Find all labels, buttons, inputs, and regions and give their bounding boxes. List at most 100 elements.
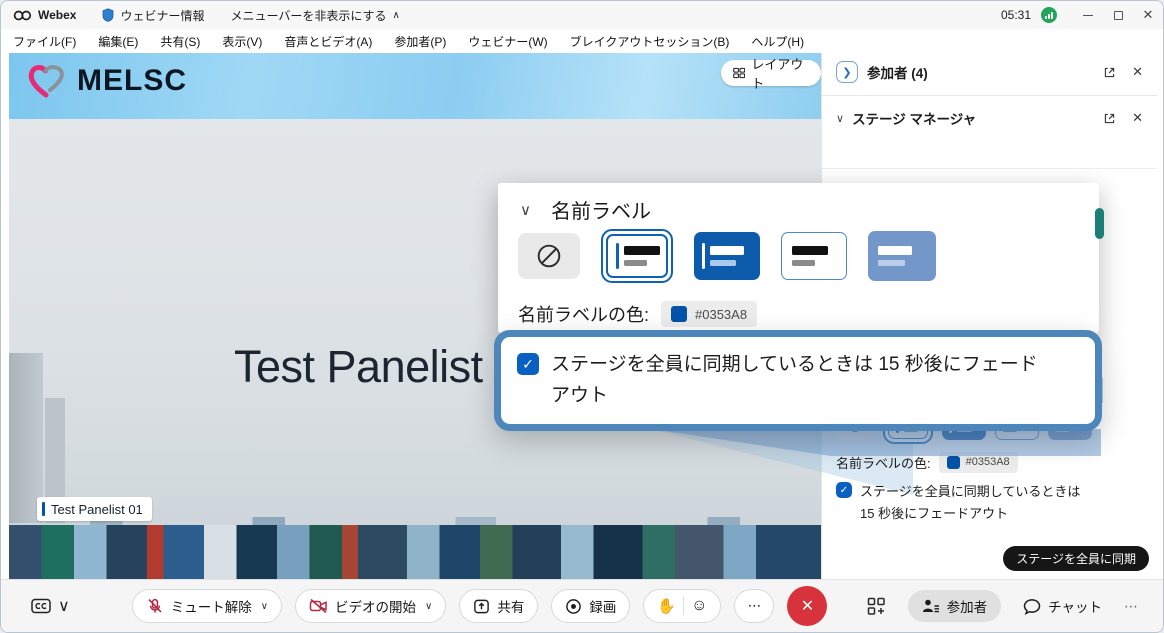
- camera-off-icon: [309, 598, 328, 614]
- chevron-down-icon[interactable]: ∨: [836, 112, 844, 125]
- ellipsis-icon: ⋯: [748, 598, 762, 614]
- video-name-label: Test Panelist 01: [37, 497, 152, 521]
- reactions-group: ✋ ☺: [643, 589, 721, 623]
- fade-checkbox-label-line1: ステージを全員に同期しているときは: [860, 481, 1080, 500]
- menu-webinar[interactable]: ウェビナー(W): [468, 33, 547, 50]
- fade-checkbox[interactable]: ✓: [836, 482, 852, 498]
- chevron-down-icon[interactable]: ∨: [520, 201, 531, 219]
- color-value: #0353A8: [966, 456, 1010, 468]
- webex-infinity-icon: [13, 9, 32, 22]
- style-option-light-plain[interactable]: [781, 232, 847, 280]
- stage-manager-panel-title: ステージ マネージャ: [852, 108, 976, 128]
- title-bar: Webex ウェビナー情報 メニューバーを非表示にする ∧ 05:31 ✕: [1, 1, 1163, 29]
- style-option-filled-left-bar[interactable]: [694, 232, 760, 280]
- hide-menubar-button[interactable]: メニューバーを非表示にする ∧: [230, 7, 399, 24]
- share-screen-icon: [473, 598, 490, 615]
- menu-view[interactable]: 表示(V): [222, 33, 262, 50]
- app-name: Webex: [38, 8, 76, 22]
- closed-captions-icon: [31, 598, 51, 614]
- bottom-toolbar: ∨ ミュート解除 ∨ ビデオの開始 ∨ 共有: [1, 579, 1163, 632]
- clock: 05:31: [1001, 8, 1031, 22]
- webinar-info-button[interactable]: ウェビナー情報: [102, 7, 204, 24]
- name-label-accent-bar: [42, 502, 45, 516]
- name-label-popup: ∨ 名前ラベル: [498, 183, 1099, 333]
- color-swatch: [671, 306, 687, 322]
- style-option-none[interactable]: [518, 233, 580, 279]
- scrollbar-thumb[interactable]: [1095, 208, 1104, 239]
- apps-icon[interactable]: [867, 597, 886, 616]
- close-window-button[interactable]: ✕: [1133, 2, 1163, 28]
- layout-grid-icon: [733, 67, 745, 79]
- webinar-info-label: ウェビナー情報: [120, 7, 204, 24]
- fade-checkbox-large[interactable]: ✓: [517, 353, 539, 375]
- menu-edit[interactable]: 編集(E): [98, 33, 138, 50]
- raise-hand-button[interactable]: ✋: [657, 597, 676, 615]
- color-swatch: [947, 456, 960, 469]
- chevron-up-icon: ∧: [393, 10, 400, 21]
- close-stage-manager-icon[interactable]: ✕: [1132, 110, 1143, 126]
- menu-participants[interactable]: 参加者(P): [394, 33, 446, 50]
- minimize-button[interactable]: [1073, 2, 1103, 28]
- record-label: 録画: [589, 596, 616, 616]
- callout-line1: ステージを全員に同期しているときは 15 秒後にフェード: [551, 349, 1038, 380]
- participants-icon: [922, 598, 940, 614]
- captions-button[interactable]: ∨: [31, 596, 70, 616]
- popout-icon[interactable]: [1103, 112, 1116, 125]
- callout-line2: アウト: [551, 380, 1038, 411]
- divider: [822, 95, 1157, 96]
- color-value: #0353A8: [695, 307, 747, 322]
- hide-menubar-label: メニューバーを非表示にする: [230, 7, 386, 24]
- menu-bar: ファイル(F) 編集(E) 共有(S) 表示(V) 音声とビデオ(A) 参加者(…: [1, 29, 1163, 53]
- menu-breakout[interactable]: ブレイクアウトセッション(B): [570, 33, 730, 50]
- no-label-icon: [536, 243, 562, 269]
- mic-muted-icon: [146, 597, 164, 615]
- melsc-heart-icon: [25, 61, 69, 101]
- layout-button[interactable]: レイアウト: [721, 60, 821, 86]
- sync-stage-button[interactable]: ステージを全員に同期: [1003, 546, 1149, 571]
- style-option-light-left-bar-selected[interactable]: [601, 229, 673, 283]
- unmute-button[interactable]: ミュート解除 ∨: [132, 589, 282, 623]
- popup-style-options: [518, 229, 936, 283]
- webex-logo: Webex: [13, 8, 76, 22]
- menu-audio-video[interactable]: 音声とビデオ(A): [284, 33, 372, 50]
- name-label-text: Test Panelist 01: [51, 502, 143, 517]
- close-participants-icon[interactable]: ✕: [1132, 64, 1143, 80]
- check-icon: ✓: [840, 485, 848, 496]
- chevron-down-icon: ∨: [261, 601, 268, 612]
- unmute-label: ミュート解除: [171, 596, 252, 616]
- maximize-button[interactable]: [1103, 2, 1133, 28]
- participants-expand-button[interactable]: ❯: [836, 61, 858, 83]
- share-label: 共有: [497, 596, 524, 616]
- record-icon: [565, 598, 582, 615]
- popup-title: 名前ラベル: [551, 195, 651, 224]
- main-area: MELSC レイアウト Test Panelist Test Panelist …: [1, 53, 1163, 581]
- leave-meeting-button[interactable]: ✕: [787, 586, 827, 626]
- chevron-down-icon: ∨: [425, 601, 432, 612]
- start-video-label: ビデオの開始: [335, 596, 416, 616]
- more-panels-button[interactable]: ⋯: [1124, 598, 1139, 615]
- reactions-button[interactable]: ☺: [691, 597, 707, 615]
- chevron-down-icon: ∨: [58, 596, 70, 616]
- brand-logo: MELSC: [25, 61, 187, 101]
- chat-toggle-button[interactable]: チャット: [1023, 596, 1102, 616]
- webex-window: Webex ウェビナー情報 メニューバーを非表示にする ∧ 05:31 ✕ ファ…: [0, 0, 1164, 633]
- check-icon: ✓: [522, 356, 534, 373]
- share-button[interactable]: 共有: [459, 589, 538, 623]
- popup-color-chip[interactable]: #0353A8: [661, 301, 757, 327]
- layout-button-label: レイアウト: [751, 54, 809, 92]
- menu-share[interactable]: 共有(S): [160, 33, 200, 50]
- style-option-muted-filled[interactable]: [868, 231, 936, 281]
- divider: [822, 168, 1157, 169]
- menu-help[interactable]: ヘルプ(H): [751, 33, 804, 50]
- close-icon: ✕: [801, 596, 814, 616]
- popout-icon[interactable]: [1103, 66, 1116, 79]
- record-button[interactable]: 録画: [551, 589, 630, 623]
- popup-color-label: 名前ラベルの色:: [518, 301, 649, 327]
- menu-file[interactable]: ファイル(F): [13, 33, 76, 50]
- more-options-button[interactable]: ⋯: [734, 589, 774, 623]
- chat-icon: [1023, 598, 1041, 615]
- participants-toggle-button[interactable]: 参加者: [908, 590, 1002, 622]
- start-video-button[interactable]: ビデオの開始 ∨: [295, 589, 446, 623]
- participants-toggle-label: 参加者: [947, 596, 988, 616]
- connection-quality-icon[interactable]: [1041, 7, 1057, 23]
